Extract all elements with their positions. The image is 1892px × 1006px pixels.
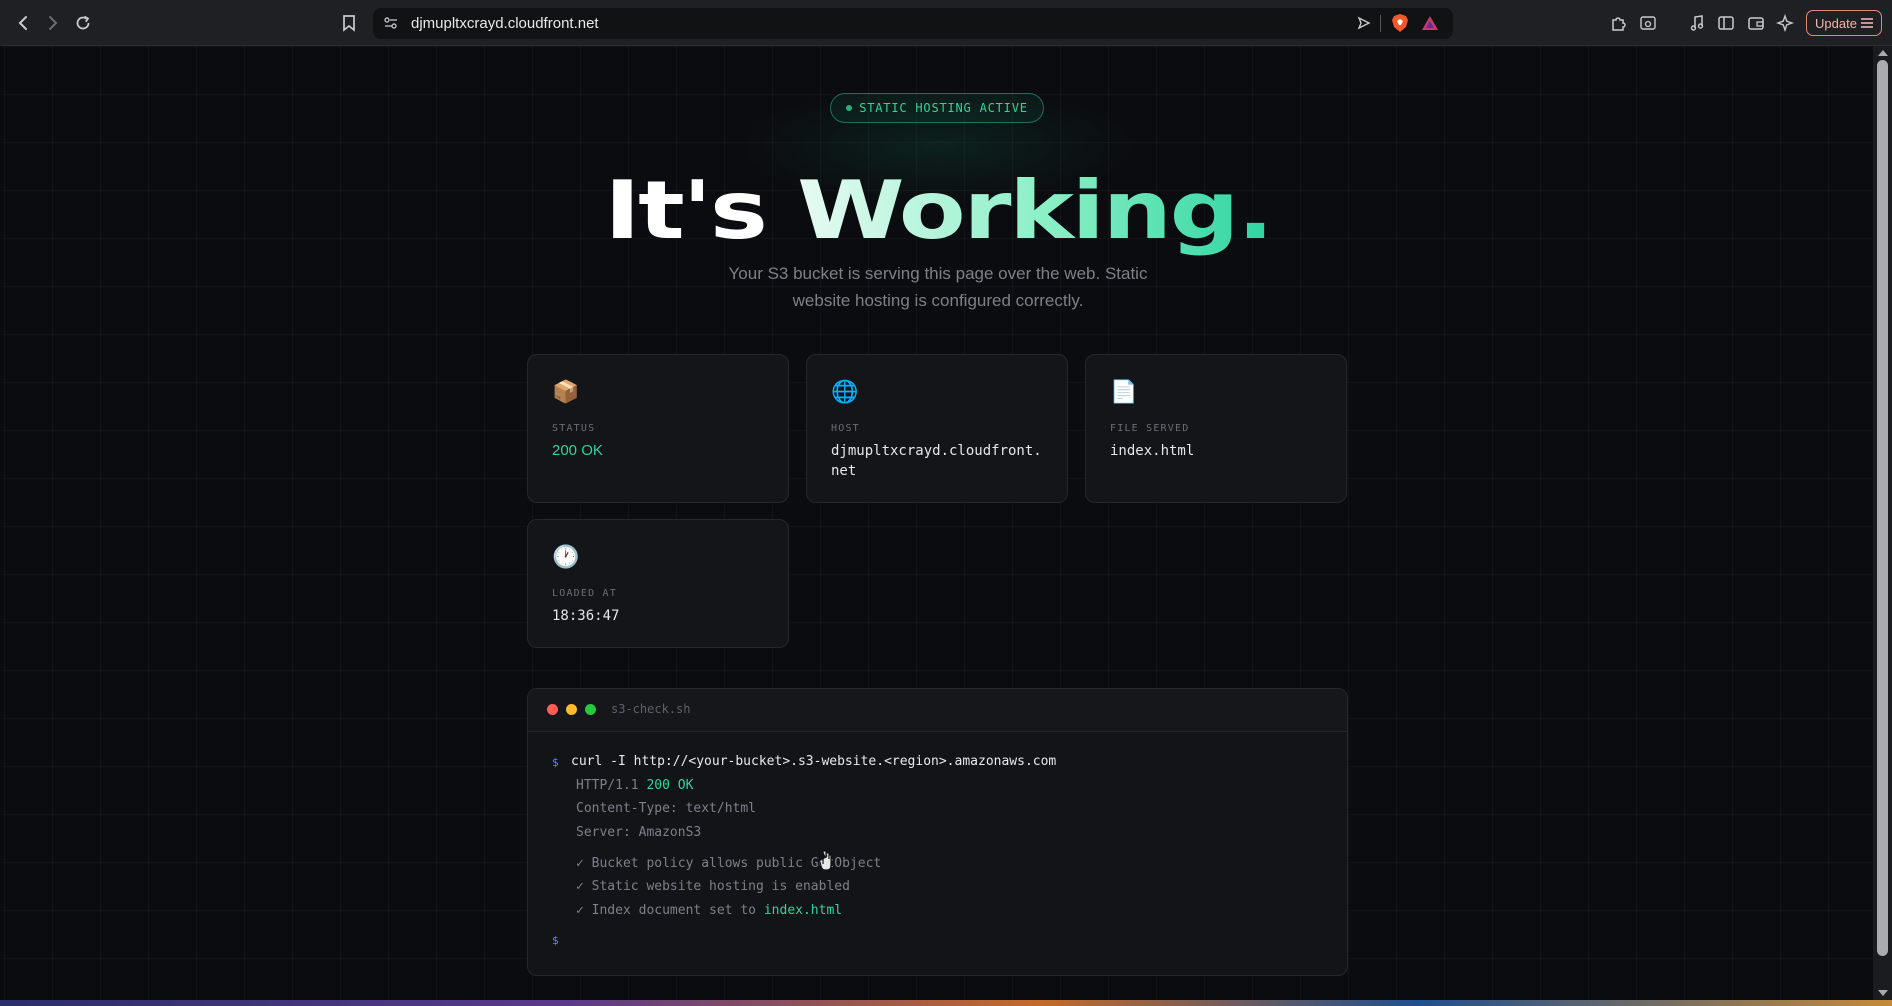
content-type-line: Content-Type: text/html [576, 801, 757, 816]
reload-button[interactable] [68, 9, 98, 37]
card-value: index.html [1110, 443, 1195, 459]
check-bucket-policy: ✓ Bucket policy allows public GetObject [576, 856, 882, 871]
http-status: 200 OK [646, 778, 694, 793]
card-label: LOADED AT [552, 588, 617, 599]
search-tabs-button[interactable] [1633, 9, 1663, 37]
update-button[interactable]: Update [1806, 10, 1882, 36]
url-text[interactable]: djmupltxcrayd.cloudfront.net [411, 15, 599, 32]
brave-rewards-icon[interactable] [1421, 14, 1439, 32]
server-line: Server: AmazonS3 [576, 825, 702, 840]
package-icon: 📦 [552, 379, 580, 404]
terminal-title: s3-check.sh [611, 702, 691, 716]
scroll-thumb[interactable] [1877, 60, 1888, 956]
card-label: FILE SERVED [1110, 423, 1190, 434]
close-dot-icon [547, 704, 558, 715]
check-hosting-enabled: ✓ Static website hosting is enabled [576, 879, 850, 894]
sparkle-icon [1776, 14, 1794, 32]
terminal-window: s3-check.sh $ curl -I http://<your-bucke… [527, 688, 1348, 976]
sidebar-button[interactable] [1711, 9, 1741, 37]
mouse-cursor-icon [819, 850, 832, 871]
scroll-up-icon[interactable] [1878, 50, 1888, 56]
title-part-2: Working. [797, 164, 1274, 257]
music-note-icon [1690, 15, 1704, 31]
card-value: djmupltxcrayd.cloudfront.net [831, 443, 1042, 479]
card-label: STATUS [552, 423, 596, 434]
clock-icon: 🕐 [552, 544, 580, 569]
minimize-dot-icon [566, 704, 577, 715]
terminal-command: curl -I http://<your-bucket>.s3-website.… [571, 754, 1057, 769]
page-content: STATIC HOSTING ACTIVE It's Working. Your… [4, 46, 1872, 1000]
page-title: It's Working. [4, 156, 1872, 266]
puzzle-icon [1612, 17, 1626, 31]
host-card: 🌐 HOST djmupltxcrayd.cloudfront.net [806, 354, 1068, 503]
chevron-right-icon [49, 16, 58, 30]
status-dot-icon [846, 105, 853, 111]
share-icon[interactable] [1357, 15, 1371, 31]
http-prefix: HTTP/1.1 [576, 778, 647, 793]
prompt-symbol: $ [552, 756, 559, 769]
check-index-document: ✓ Index document set to index.html [576, 903, 842, 918]
media-button[interactable] [1682, 9, 1712, 37]
bookmark-button[interactable] [334, 9, 364, 37]
back-button[interactable] [8, 9, 38, 37]
extensions-button[interactable] [1604, 9, 1634, 37]
menu-icon [1860, 17, 1874, 29]
page-subtitle: Your S3 bucket is serving this page over… [728, 264, 1148, 310]
reload-icon [76, 15, 90, 30]
leo-ai-button[interactable] [1770, 9, 1800, 37]
loaded-at-card: 🕐 LOADED AT 18:36:47 [527, 519, 789, 648]
chevron-left-icon [18, 16, 27, 30]
card-label: HOST [831, 423, 860, 434]
page-scrollbar[interactable] [1873, 46, 1892, 1000]
wallet-icon [1748, 17, 1764, 30]
forward-button[interactable] [38, 9, 68, 37]
maximize-dot-icon [585, 704, 596, 715]
divider [1380, 15, 1381, 32]
card-value: 18:36:47 [552, 608, 620, 624]
prompt-symbol: $ [552, 934, 559, 947]
terminal-header: s3-check.sh [528, 689, 1347, 732]
globe-icon: 🌐 [831, 379, 859, 404]
tab-search-icon [1640, 16, 1656, 30]
brave-shields-icon[interactable] [1391, 13, 1409, 33]
check3-prefix: ✓ Index document set to [576, 903, 764, 918]
status-badge: STATIC HOSTING ACTIVE [830, 93, 1044, 123]
document-icon: 📄 [1110, 379, 1138, 404]
file-served-card: 📄 FILE SERVED index.html [1085, 354, 1347, 503]
sidebar-icon [1718, 16, 1734, 30]
site-settings-icon[interactable] [383, 15, 399, 31]
http-status-line: HTTP/1.1 200 OK [576, 778, 693, 793]
browser-toolbar: djmupltxcrayd.cloudfront.net Update [0, 0, 1892, 46]
bookmark-icon [343, 15, 355, 32]
desktop-wallpaper-strip [0, 1000, 1892, 1006]
index-file-name: index.html [763, 903, 843, 918]
card-value: 200 OK [552, 442, 603, 459]
title-part-1: It's [604, 164, 768, 257]
status-card: 📦 STATUS 200 OK [527, 354, 789, 503]
wallet-button[interactable] [1741, 9, 1771, 37]
badge-label: STATIC HOSTING ACTIVE [859, 101, 1028, 115]
scroll-down-icon[interactable] [1878, 990, 1888, 996]
address-bar[interactable]: djmupltxcrayd.cloudfront.net [373, 8, 1453, 39]
update-label: Update [1815, 15, 1857, 31]
